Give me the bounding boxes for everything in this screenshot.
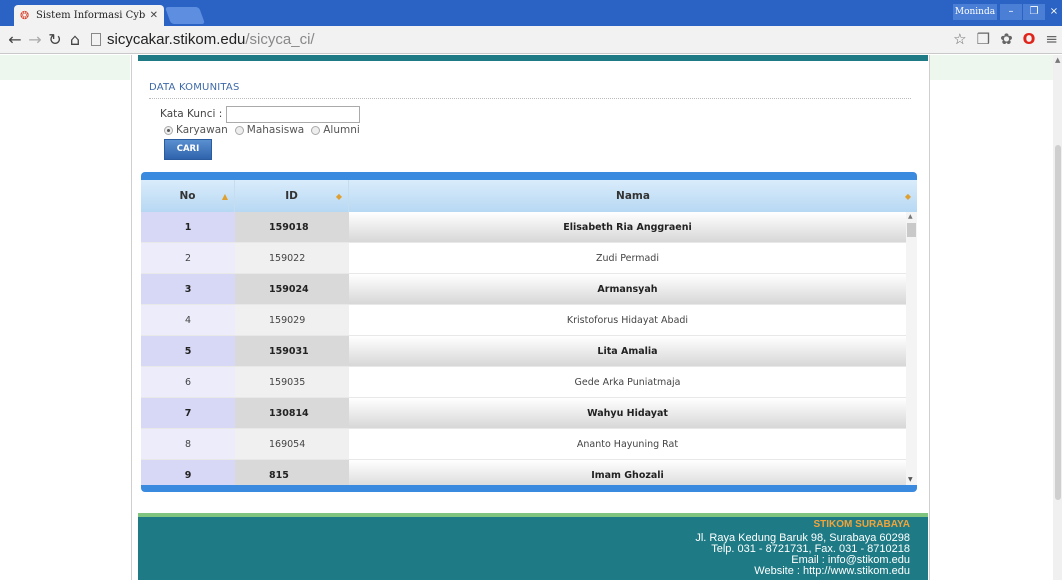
- table-row[interactable]: 3 159024 Armansyah: [141, 274, 906, 305]
- section-divider: [149, 98, 911, 99]
- opera-icon[interactable]: O: [1023, 30, 1036, 48]
- radio-label-alumni[interactable]: Alumni: [323, 124, 360, 136]
- category-radio-group: Karyawan Mahasiswa Alumni: [164, 124, 367, 136]
- address-bar[interactable]: sicycakar.stikom.edu /sicyca_ci/: [91, 29, 911, 51]
- cell-nama: Ananto Hayuning Rat: [349, 429, 906, 459]
- column-header-no-label: No: [179, 190, 196, 202]
- new-tab-button[interactable]: [164, 7, 206, 24]
- table-bottom-bar: [141, 485, 917, 492]
- cell-id: 159022: [235, 243, 349, 273]
- page-icon: [91, 33, 101, 46]
- sort-asc-icon: ▲: [221, 191, 228, 201]
- cell-nama: Gede Arka Puniatmaja: [349, 367, 906, 397]
- url-host: sicycakar.stikom.edu: [107, 31, 246, 48]
- table-body: 1 159018 Elisabeth Ria Anggraeni 2 15902…: [141, 212, 906, 485]
- table-row[interactable]: 9 815 Imam Ghozali: [141, 460, 906, 485]
- minimize-icon[interactable]: –: [1000, 4, 1022, 20]
- table-top-bar: [141, 172, 917, 180]
- cell-nama: Wahyu Hidayat: [349, 398, 906, 428]
- table-row[interactable]: 6 159035 Gede Arka Puniatmaja: [141, 367, 906, 398]
- footer: STIKOM SURABAYA Jl. Raya Kedung Baruk 98…: [138, 517, 928, 580]
- site-favicon-icon: ❂: [20, 8, 30, 22]
- table-scroll-up-icon[interactable]: ▲: [908, 213, 913, 220]
- browser-tab[interactable]: ❂ Sistem Informasi Cyber Car ✕: [14, 5, 164, 26]
- left-band: [0, 55, 130, 80]
- url-path: /sicyca_ci/: [245, 31, 315, 48]
- column-header-no[interactable]: No ▲: [141, 180, 235, 212]
- table-row[interactable]: 1 159018 Elisabeth Ria Anggraeni: [141, 212, 906, 243]
- cell-no: 9: [141, 460, 235, 485]
- table-row[interactable]: 4 159029 Kristoforus Hidayat Abadi: [141, 305, 906, 336]
- column-header-id-label: ID: [285, 190, 298, 202]
- cell-nama: Armansyah: [349, 274, 906, 304]
- cell-no: 2: [141, 243, 235, 273]
- radio-mahasiswa[interactable]: [234, 125, 244, 135]
- cell-nama: Lita Amalia: [349, 336, 906, 366]
- footer-org: STIKOM SURABAYA: [813, 519, 911, 530]
- right-band: [930, 55, 1053, 80]
- radio-label-mahasiswa[interactable]: Mahasiswa: [247, 124, 304, 136]
- cell-id: 159035: [235, 367, 349, 397]
- column-header-id[interactable]: ID ◆: [235, 180, 349, 212]
- table-scrollbar-thumb[interactable]: [907, 223, 916, 237]
- sort-both-icon: ◆: [904, 191, 911, 201]
- extension-icon[interactable]: ❒: [977, 30, 990, 48]
- home-icon[interactable]: ⌂: [65, 30, 85, 49]
- radio-alumni[interactable]: [311, 125, 321, 135]
- cell-nama: Imam Ghozali: [349, 460, 906, 485]
- cell-id: 815: [235, 460, 349, 485]
- cell-no: 1: [141, 212, 235, 242]
- cell-id: 159031: [235, 336, 349, 366]
- section-title: DATA KOMUNITAS: [149, 82, 240, 93]
- radio-label-karyawan[interactable]: Karyawan: [176, 124, 228, 136]
- column-header-nama[interactable]: Nama ◆: [349, 180, 917, 212]
- tab-title: Sistem Informasi Cyber Car: [36, 10, 146, 21]
- maximize-icon[interactable]: ❐: [1023, 4, 1045, 20]
- cell-nama: Kristoforus Hidayat Abadi: [349, 305, 906, 335]
- cell-nama: Elisabeth Ria Anggraeni: [349, 212, 906, 242]
- table-scrollbar[interactable]: [906, 212, 917, 485]
- cell-nama: Zudi Permadi: [349, 243, 906, 273]
- tab-close-icon[interactable]: ✕: [150, 10, 158, 21]
- page-scrollbar-thumb[interactable]: [1055, 145, 1061, 500]
- close-window-icon[interactable]: ×: [1046, 4, 1062, 20]
- table-header: No ▲ ID ◆ Nama ◆: [141, 180, 917, 212]
- table-row[interactable]: 5 159031 Lita Amalia: [141, 336, 906, 367]
- cell-no: 8: [141, 429, 235, 459]
- cell-id: 159029: [235, 305, 349, 335]
- footer-website: Website : http://www.stikom.edu: [754, 565, 910, 577]
- page-scroll-up-icon[interactable]: ▲: [1055, 56, 1060, 64]
- browser-titlebar: ❂ Sistem Informasi Cyber Car ✕ Moninda –…: [0, 0, 1062, 26]
- cell-id: 159018: [235, 212, 349, 242]
- profile-name[interactable]: Moninda: [953, 4, 997, 20]
- toolbar-extensions: ☆ ❒ ✿ O ≡: [953, 30, 1058, 48]
- cell-no: 5: [141, 336, 235, 366]
- table-scroll-down-icon[interactable]: ▼: [908, 476, 913, 483]
- column-header-nama-label: Nama: [616, 190, 650, 202]
- bookmark-star-icon[interactable]: ☆: [953, 30, 966, 48]
- back-arrow-icon[interactable]: ←: [5, 30, 25, 49]
- reload-icon[interactable]: ↻: [45, 30, 65, 49]
- search-button[interactable]: CARI: [164, 139, 212, 160]
- forward-arrow-icon[interactable]: →: [25, 30, 45, 49]
- radio-karyawan[interactable]: [164, 125, 173, 135]
- table-row[interactable]: 2 159022 Zudi Permadi: [141, 243, 906, 274]
- browser-toolbar: ← → ↻ ⌂ sicycakar.stikom.edu /sicyca_ci/…: [0, 26, 1062, 54]
- cell-id: 169054: [235, 429, 349, 459]
- footer-contact: STIKOM SURABAYA Jl. Raya Kedung Baruk 98…: [695, 519, 910, 577]
- table-row[interactable]: 8 169054 Ananto Hayuning Rat: [141, 429, 906, 460]
- cell-id: 130814: [235, 398, 349, 428]
- sort-both-icon: ◆: [335, 191, 342, 201]
- table-row[interactable]: 7 130814 Wahyu Hidayat: [141, 398, 906, 429]
- extension-2-icon[interactable]: ✿: [1000, 30, 1013, 48]
- cell-no: 6: [141, 367, 235, 397]
- menu-icon[interactable]: ≡: [1045, 30, 1058, 48]
- cell-no: 3: [141, 274, 235, 304]
- keyword-input[interactable]: [226, 106, 360, 123]
- keyword-label: Kata Kunci :: [160, 108, 223, 120]
- cell-no: 7: [141, 398, 235, 428]
- cell-no: 4: [141, 305, 235, 335]
- header-strip: [138, 55, 928, 61]
- cell-id: 159024: [235, 274, 349, 304]
